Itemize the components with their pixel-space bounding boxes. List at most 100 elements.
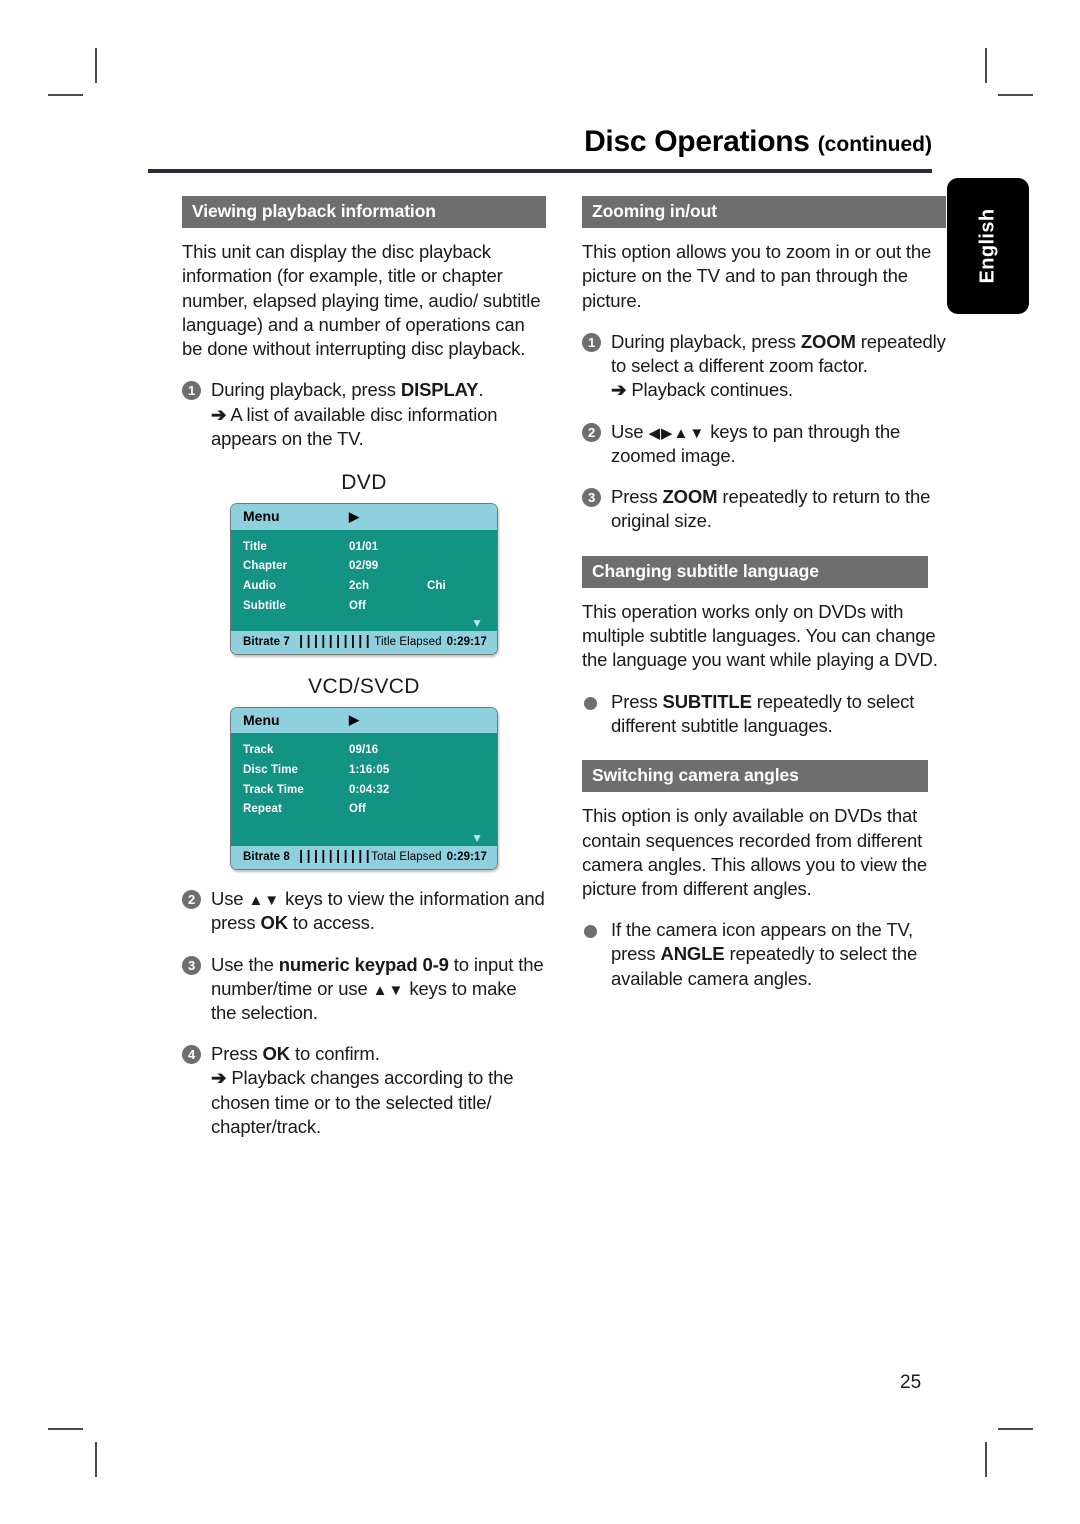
step-text-after: to access. xyxy=(287,912,375,934)
step-keyword-zoom: ZOOM xyxy=(800,330,856,352)
direction-keys-icon: ◀▶▲▼ xyxy=(648,424,706,442)
step-number-badge: 1 xyxy=(182,381,201,401)
osd-row-value: 2ch xyxy=(349,580,370,593)
step-press-zoom: 1 During playback, press ZOOM repeatedly… xyxy=(582,330,946,403)
step-text-before: During playback, press xyxy=(211,379,401,401)
step-number-badge: 1 xyxy=(582,332,601,352)
step-result-text: A list of available disc information app… xyxy=(211,403,498,449)
step-view-information: 2 Use ▲▼ keys to view the information an… xyxy=(182,887,546,935)
osd-dvd-elapsed-time: 0:29:17 xyxy=(446,635,487,648)
osd-row-value: Off xyxy=(349,599,366,612)
osd-row-value: Off xyxy=(349,803,366,816)
language-tab: English xyxy=(947,178,1029,314)
step-numeric-keypad: 3 Use the numeric keypad 0-9 to input th… xyxy=(182,953,546,1026)
step-pan-keys: 2 Use ◀▶▲▼ keys to pan through the zoome… xyxy=(582,420,946,468)
osd-dvd-caption: DVD xyxy=(341,471,387,495)
section-heading-zooming-in-out: Zooming in/out xyxy=(582,196,946,229)
angles-intro: This option is only available on DVDs th… xyxy=(582,805,928,899)
page-title-main: Disc Operations xyxy=(584,125,810,158)
step-keyword-zoom: ZOOM xyxy=(662,486,718,508)
osd-vcd-elapsed-time: 0:29:17 xyxy=(446,851,487,864)
section-heading-viewing-playback-information: Viewing playback information xyxy=(182,196,546,229)
page-title-continued: (continued) xyxy=(817,133,932,156)
osd-row-key: Disc Time xyxy=(243,763,299,776)
osd-dvd-menu-bar: Menu ▶ xyxy=(231,504,497,530)
step-number-badge: 3 xyxy=(582,488,601,508)
bullet-text-before: Press xyxy=(611,690,663,712)
osd-vcd-caption: VCD/SVCD xyxy=(308,674,420,698)
osd-row: Chapter 02/99 xyxy=(243,557,485,577)
play-icon: ▶ xyxy=(349,508,359,524)
chevron-down-icon: ▼ xyxy=(471,831,483,846)
step-keyword-display: DISPLAY xyxy=(400,379,479,401)
step-number-badge: 4 xyxy=(182,1045,201,1065)
result-arrow-icon: ➔ xyxy=(211,1067,227,1089)
crop-mark-top-left-vertical xyxy=(95,48,97,83)
step-text-after: to confirm. xyxy=(289,1043,380,1065)
osd-row: Audio 2ch Chi xyxy=(243,577,485,597)
step-display: 1 During playback, press DISPLAY. ➔ A li… xyxy=(182,378,546,451)
left-column: Viewing playback information This unit c… xyxy=(182,196,546,1139)
step-number-badge: 2 xyxy=(582,422,601,442)
crop-mark-bottom-left-vertical xyxy=(95,1442,97,1477)
osd-vcd-elapsed: Total Elapsed 0:29:17 xyxy=(371,851,487,863)
osd-row-value: 01/01 xyxy=(349,540,379,553)
crop-mark-bottom-right-horizontal xyxy=(998,1428,1033,1430)
step-number-badge: 2 xyxy=(182,890,201,910)
step-text-before: Use xyxy=(611,420,649,442)
crop-mark-bottom-left-horizontal xyxy=(48,1428,83,1430)
up-down-keys-icon: ▲▼ xyxy=(372,981,405,999)
osd-row-key: Track xyxy=(243,743,274,756)
osd-row: Title 01/01 xyxy=(243,538,485,558)
osd-row: Subtitle Off xyxy=(243,597,485,617)
osd-row-key: Subtitle xyxy=(243,599,286,612)
subtitle-intro: This operation works only on DVDs with m… xyxy=(582,600,938,671)
bullet-dot-icon xyxy=(584,925,597,939)
osd-dvd-elapsed-label: Title Elapsed xyxy=(374,635,442,648)
step-result-text: Playback continues. xyxy=(631,379,794,401)
viewing-playback-intro: This unit can display the disc playback … xyxy=(182,241,541,360)
osd-row-value: 0:04:32 xyxy=(349,783,390,796)
osd-row-value2: Chi xyxy=(427,580,446,593)
crop-mark-top-right-vertical xyxy=(985,48,987,83)
bitrate-meter-icon: |||||||||| xyxy=(296,849,372,866)
osd-row-key: Chapter xyxy=(243,560,288,573)
result-arrow-icon: ➔ xyxy=(211,403,227,425)
osd-dvd-body: Title 01/01 Chapter 02/99 Audio 2ch Chi … xyxy=(231,529,497,631)
up-down-keys-icon: ▲▼ xyxy=(248,892,281,910)
osd-vcd-panel: Menu ▶ Track 09/16 Disc Time 1:16:05 Tra… xyxy=(230,706,498,871)
page-header: Disc Operations (continued) xyxy=(148,126,932,173)
osd-row-key: Track Time xyxy=(243,783,304,796)
result-arrow-icon: ➔ xyxy=(611,379,627,401)
step-text-before: Press xyxy=(211,1043,263,1065)
osd-row: Disc Time 1:16:05 xyxy=(243,761,485,781)
osd-dvd-figure: DVD Menu ▶ Title 01/01 Chapter 02/99 Aud… xyxy=(182,471,546,655)
bullet-dot-icon xyxy=(584,696,597,710)
play-icon: ▶ xyxy=(349,712,359,728)
osd-dvd-status-bar: Bitrate 7 |||||||||| Title Elapsed 0:29:1… xyxy=(231,630,497,654)
step-confirm: 4 Press OK to confirm. ➔ Playback change… xyxy=(182,1042,546,1139)
osd-vcd-menu-bar: Menu ▶ xyxy=(231,707,497,733)
osd-dvd-bitrate-label: Bitrate 7 xyxy=(243,635,290,648)
osd-vcd-menu-label: Menu xyxy=(243,711,280,728)
osd-row-key: Title xyxy=(243,540,267,553)
osd-vcd-elapsed-label: Total Elapsed xyxy=(371,851,442,864)
osd-row: Track Time 0:04:32 xyxy=(243,781,485,801)
osd-vcd-status-bar: Bitrate 8 |||||||||| Total Elapsed 0:29:1… xyxy=(231,846,497,870)
step-zoom-return: 3 Press ZOOM repeatedly to return to the… xyxy=(582,485,946,533)
step-keyword-ok: OK xyxy=(262,1043,291,1065)
language-tab-label: English xyxy=(976,208,999,284)
osd-dvd-elapsed: Title Elapsed 0:29:17 xyxy=(374,636,487,648)
osd-row: Repeat Off xyxy=(243,800,485,820)
step-text-before: Press xyxy=(611,486,663,508)
osd-row-key: Audio xyxy=(243,580,277,593)
crop-mark-bottom-right-vertical xyxy=(985,1442,987,1477)
osd-row-value: 09/16 xyxy=(349,743,379,756)
crop-mark-top-left-horizontal xyxy=(48,94,83,96)
bullet-press-angle: If the camera icon appears on the TV, pr… xyxy=(582,918,946,991)
osd-dvd-panel: Menu ▶ Title 01/01 Chapter 02/99 Audio 2… xyxy=(230,503,498,655)
step-text-before: Use xyxy=(211,888,249,910)
section-heading-switching-camera-angles: Switching camera angles xyxy=(582,760,928,793)
page-number: 25 xyxy=(900,1372,922,1393)
osd-row: Track 09/16 xyxy=(243,741,485,761)
